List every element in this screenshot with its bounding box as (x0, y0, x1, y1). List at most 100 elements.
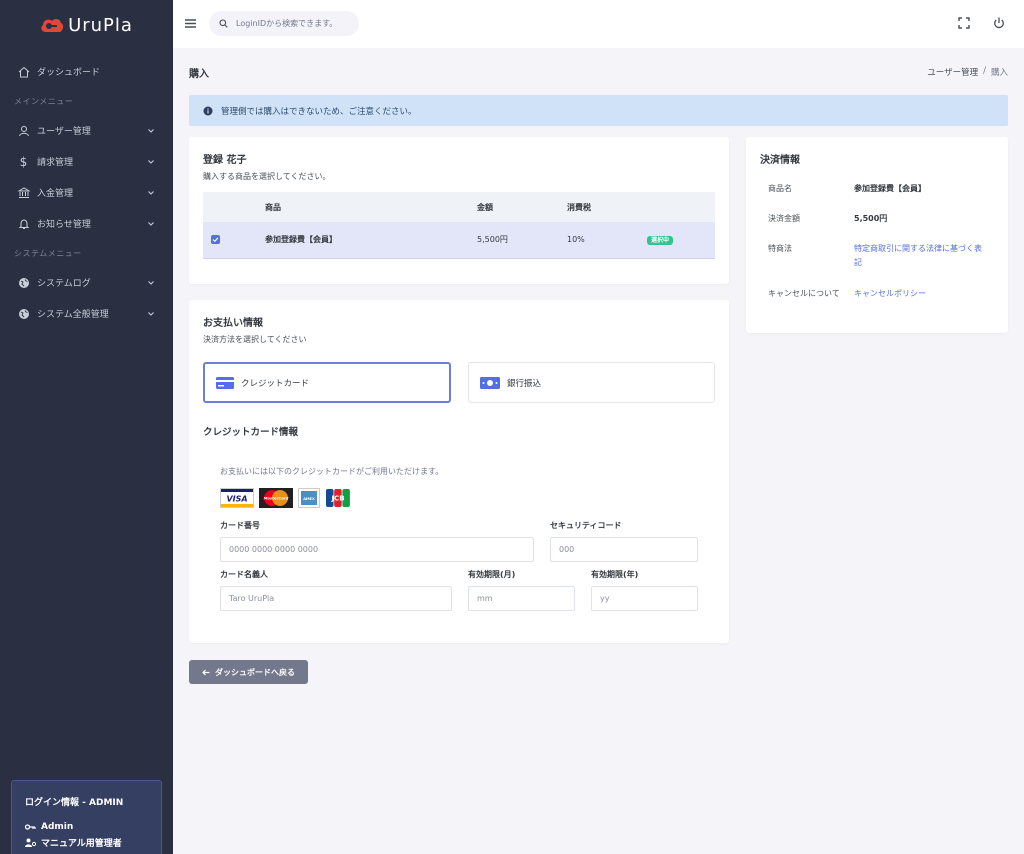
payment-option-label: 銀行振込 (507, 378, 542, 389)
sidebar-item-notices[interactable]: お知らせ管理 (0, 208, 173, 239)
cloud-logo-icon (41, 18, 64, 32)
sidebar-item-system-settings[interactable]: システム全般管理 (0, 298, 173, 329)
payment-info-card: お支払い情報 決済方法を選択してください クレジットカード 銀行振込 クレジット… (189, 300, 729, 643)
settlement-value: 参加登録費【会員】 (854, 184, 926, 193)
sidebar-item-payments[interactable]: 入金管理 (0, 177, 173, 208)
login-info-title: ログイン情報 - ADMIN (25, 798, 124, 808)
breadcrumb-item-users[interactable]: ユーザー管理 (927, 66, 978, 78)
search-input[interactable]: LoginIDから検索できます。 (236, 18, 337, 29)
security-code-input[interactable] (550, 537, 698, 562)
cancel-policy-link[interactable]: キャンセルポリシー (854, 287, 984, 301)
chevron-down-icon (148, 159, 154, 164)
row-price: 5,500円 (477, 222, 567, 259)
row-select-cell (203, 222, 265, 259)
login-user-name: Admin (41, 822, 74, 832)
card-brand-logos: VISA MasterCard AMEX JCB (220, 488, 351, 508)
credit-card-icon (216, 376, 234, 389)
app-name: UruPla (68, 14, 133, 36)
customer-name: 登録 花子 (203, 155, 247, 166)
security-code-label: セキュリティコード (550, 521, 622, 530)
sidebar-item-label: システム全般管理 (37, 310, 109, 320)
settlement-key: 商品名 (768, 184, 792, 193)
payment-option-label: クレジットカード (241, 378, 310, 389)
settlement-row: キャンセルについて キャンセルポリシー (768, 287, 984, 301)
sidebar-item-label: システムログ (37, 279, 91, 289)
mastercard-logo-text: MasterCard (264, 496, 289, 501)
sidebar-item-dashboard[interactable]: ダッシュボード (0, 56, 173, 87)
breadcrumb-item-current: 購入 (990, 68, 1008, 78)
search-box[interactable]: LoginIDから検索できます。 (209, 11, 359, 36)
table-header-tax: 消費税 (567, 192, 647, 222)
table-row[interactable]: 参加登録費【会員】 5,500円 10% 選択中 (203, 222, 715, 259)
tokushoho-link[interactable]: 特定商取引に関する法律に基づく表記 (854, 242, 984, 270)
arrow-left-icon (202, 669, 210, 675)
info-circle-icon (203, 106, 213, 115)
sidebar-item-label: お知らせ管理 (37, 220, 91, 230)
settlement-title: 決済情報 (760, 155, 800, 166)
bank-icon (17, 186, 30, 199)
fullscreen-icon[interactable] (957, 16, 971, 30)
main-content: 購入 ユーザー管理 / 購入 管理側では購入はできないため、ご注意ください。 登… (173, 48, 1024, 854)
main-menu-heading: メインメニュー (14, 96, 74, 106)
hamburger-menu-icon[interactable] (184, 17, 197, 30)
check-icon (212, 237, 219, 242)
dollar-icon: $ (19, 154, 28, 169)
user-cog-icon (25, 838, 36, 847)
home-icon (17, 65, 30, 78)
breadcrumb: ユーザー管理 / 購入 (927, 66, 1008, 78)
visa-logo-icon: VISA (220, 488, 254, 508)
amex-logo-text: AMEX (303, 497, 315, 501)
product-selection-card: 登録 花子 購入する商品を選択してください。 商品 金額 消費税 参加登録費【会… (189, 137, 729, 284)
breadcrumb-separator: / (983, 66, 986, 76)
amex-logo-icon: AMEX (298, 488, 320, 508)
user-icon (17, 124, 30, 137)
sidebar-item-system-log[interactable]: システムログ (0, 267, 173, 298)
card-holder-label: カード名義人 (220, 570, 268, 579)
settlement-info-card: 決済情報 商品名 参加登録費【会員】 決済金額 5,500円 特商法 特定商取引… (746, 137, 1008, 333)
sidebar-item-label: ユーザー管理 (37, 127, 91, 137)
login-user-role: マニュアル用管理者 (41, 839, 122, 849)
login-info-panel: ログイン情報 - ADMIN Admin マニュアル用管理者 (11, 780, 162, 854)
card-number-label: カード番号 (220, 521, 260, 530)
payment-section-title: お支払い情報 (203, 318, 263, 329)
back-button-label: ダッシュボードへ戻る (215, 667, 295, 677)
sidebar-item-billing[interactable]: $ 請求管理 (0, 146, 173, 177)
product-table: 商品 金額 消費税 参加登録費【会員】 5,500円 10% 選択中 (203, 192, 715, 259)
sidebar-item-users[interactable]: ユーザー管理 (0, 115, 173, 146)
back-to-dashboard-button[interactable]: ダッシュボードへ戻る (189, 660, 308, 684)
chevron-down-icon (148, 221, 154, 226)
settlement-row: 特商法 特定商取引に関する法律に基づく表記 (768, 242, 984, 270)
chevron-down-icon (148, 311, 154, 316)
table-header-row: 商品 金額 消費税 (203, 192, 715, 222)
sidebar-item-label: 請求管理 (37, 158, 74, 168)
row-checkbox[interactable] (211, 234, 220, 244)
table-header-status (647, 192, 715, 222)
payment-option-credit-card[interactable]: クレジットカード (203, 362, 451, 403)
settlement-key: 決済金額 (768, 214, 800, 223)
payment-option-bank-transfer[interactable]: 銀行振込 (468, 362, 715, 403)
credit-card-section-title: クレジットカード情報 (203, 427, 299, 438)
login-user-row: Admin (25, 822, 148, 832)
row-tax: 10% (567, 222, 647, 259)
settlement-row: 決済金額 5,500円 (768, 212, 984, 226)
settlement-row: 商品名 参加登録費【会員】 (768, 182, 984, 196)
settlement-value: 5,500円 (854, 214, 888, 223)
money-bill-icon (480, 376, 500, 389)
mastercard-logo-icon: MasterCard (259, 488, 293, 508)
app-logo[interactable]: UruPla (0, 0, 173, 50)
expiry-year-input[interactable] (591, 586, 698, 611)
chevron-down-icon (148, 280, 154, 285)
sidebar-item-label: ダッシュボード (37, 68, 101, 78)
card-holder-input[interactable] (220, 586, 452, 611)
expiry-month-input[interactable] (468, 586, 575, 611)
power-icon[interactable] (992, 16, 1006, 30)
payment-instruction: 決済方法を選択してください (203, 335, 307, 344)
status-badge: 選択中 (647, 236, 674, 246)
settlement-key: キャンセルについて (768, 289, 840, 298)
login-role-row: マニュアル用管理者 (25, 836, 148, 849)
card-number-input[interactable] (220, 537, 534, 562)
page-title: 購入 (189, 69, 209, 80)
credit-card-note: お支払いには以下のクレジットカードがご利用いただけます。 (220, 467, 444, 476)
alert-text: 管理側では購入はできないため、ご注意ください。 (221, 106, 417, 117)
jcb-logo-text: JCB (330, 495, 344, 503)
